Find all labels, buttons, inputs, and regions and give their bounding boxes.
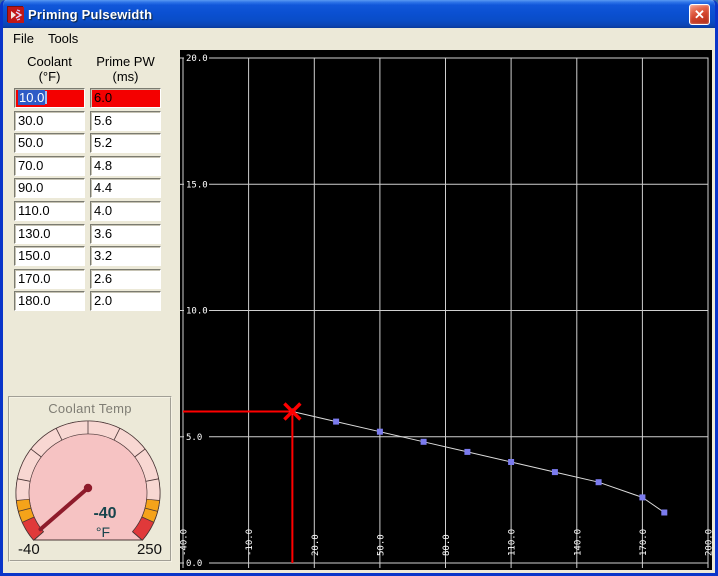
chart-marker-6[interactable] bbox=[551, 469, 558, 476]
cell-prime-pw-row-6[interactable]: 3.6 bbox=[90, 224, 161, 244]
svg-text:80.0: 80.0 bbox=[442, 534, 452, 556]
gauge-units: °F bbox=[96, 524, 110, 540]
text-caret bbox=[45, 91, 48, 104]
gauge-title: Coolant Temp bbox=[48, 401, 132, 416]
cell-prime-pw-row-8[interactable]: 2.6 bbox=[90, 269, 161, 289]
chart-marker-7[interactable] bbox=[595, 479, 602, 486]
prime-pw-chart[interactable]: 0.0 5.0 10.0 15.0 20.0 -40.0 -10.0 20.0 50.0 80.0… bbox=[180, 50, 712, 570]
cell-coolant-row-4[interactable]: 90.0 bbox=[14, 178, 85, 198]
menu-file[interactable]: File bbox=[7, 29, 42, 49]
cell-coolant-row-7[interactable]: 150.0 bbox=[14, 246, 85, 266]
table-panel: Coolant (°F) Prime PW (ms) 10.0 6.0 30.0 5.… bbox=[3, 50, 180, 573]
svg-text:15.0: 15.0 bbox=[186, 180, 208, 190]
cell-coolant-row-3[interactable]: 70.0 bbox=[14, 156, 85, 176]
svg-text:0.0: 0.0 bbox=[186, 559, 202, 569]
chart-grid bbox=[180, 57, 709, 568]
cell-coolant-row-2[interactable]: 50.0 bbox=[14, 133, 85, 153]
cell-prime-pw-row-1[interactable]: 5.6 bbox=[90, 111, 161, 131]
svg-text:10.0: 10.0 bbox=[186, 307, 208, 317]
window-content: File Tools Coolant (°F) Prime PW (ms) 10… bbox=[3, 28, 715, 573]
chart-marker-8[interactable] bbox=[639, 494, 646, 501]
cell-prime-pw-row-0[interactable]: 6.0 bbox=[90, 88, 161, 108]
cell-prime-pw-row-3[interactable]: 4.8 bbox=[90, 156, 161, 176]
svg-text:-40.0: -40.0 bbox=[180, 529, 190, 556]
cell-coolant-row-6[interactable]: 130.0 bbox=[14, 224, 85, 244]
chart-marker-9[interactable] bbox=[661, 509, 668, 516]
svg-text:50.0: 50.0 bbox=[376, 534, 386, 556]
chart-area[interactable]: 0.0 5.0 10.0 15.0 20.0 -40.0 -10.0 20.0 50.0 80.0… bbox=[180, 50, 712, 570]
chart-marker-3[interactable] bbox=[420, 438, 427, 445]
chart-series-line bbox=[292, 411, 665, 513]
svg-text:-10.0: -10.0 bbox=[245, 529, 255, 556]
cell-prime-pw-row-7[interactable]: 3.2 bbox=[90, 246, 161, 266]
column-header-coolant: Coolant (°F) bbox=[27, 54, 72, 84]
gauge-face bbox=[15, 420, 161, 541]
svg-text:20.0: 20.0 bbox=[186, 54, 208, 64]
svg-text:140.0: 140.0 bbox=[573, 529, 583, 556]
app-icon bbox=[7, 6, 24, 23]
chart-marker-1[interactable] bbox=[333, 418, 340, 425]
gauge-value: -40 bbox=[93, 505, 116, 522]
gauge-min-label: -40 bbox=[18, 541, 40, 557]
cell-coolant-row-1[interactable]: 30.0 bbox=[14, 111, 85, 131]
gauge-max-label: 250 bbox=[137, 541, 162, 557]
app-window: Priming Pulsewidth ✕ File Tools Coolant … bbox=[0, 0, 718, 576]
chart-marker-4[interactable] bbox=[464, 448, 471, 455]
cell-coolant-row-5[interactable]: 110.0 bbox=[14, 201, 85, 221]
cell-prime-pw-row-2[interactable]: 5.2 bbox=[90, 133, 161, 153]
coolant-temp-gauge: -40 °F -40 250 bbox=[15, 420, 162, 557]
selected-cell-text: 10.0 bbox=[18, 90, 46, 105]
close-button[interactable]: ✕ bbox=[689, 3, 710, 25]
cell-prime-pw-row-5[interactable]: 4.0 bbox=[90, 201, 161, 221]
svg-text:20.0: 20.0 bbox=[311, 534, 321, 556]
cell-coolant-row-9[interactable]: 180.0 bbox=[14, 291, 85, 311]
y-axis-labels: 0.0 5.0 10.0 15.0 20.0 bbox=[184, 53, 209, 569]
cell-prime-pw-row-4[interactable]: 4.4 bbox=[90, 178, 161, 198]
title-bar: Priming Pulsewidth ✕ bbox=[3, 0, 715, 28]
svg-text:5.0: 5.0 bbox=[186, 433, 202, 443]
window-title: Priming Pulsewidth bbox=[28, 6, 153, 22]
menu-tools[interactable]: Tools bbox=[42, 29, 86, 49]
svg-text:110.0: 110.0 bbox=[508, 529, 518, 556]
column-header-prime-pw: Prime PW (ms) bbox=[96, 54, 155, 84]
chart-marker-5[interactable] bbox=[508, 459, 515, 465]
cell-coolant-row-8[interactable]: 170.0 bbox=[14, 269, 85, 289]
svg-text:200.0: 200.0 bbox=[705, 529, 713, 556]
chart-marker-2[interactable] bbox=[376, 428, 383, 435]
coolant-gauge-panel: Coolant Temp -40 °F -40 250 bbox=[8, 396, 172, 562]
cell-prime-pw-row-9[interactable]: 2.0 bbox=[90, 291, 161, 311]
svg-text:170.0: 170.0 bbox=[639, 529, 649, 556]
menu-bar: File Tools bbox=[3, 28, 715, 50]
cell-coolant-row-0[interactable]: 10.0 bbox=[14, 88, 85, 108]
